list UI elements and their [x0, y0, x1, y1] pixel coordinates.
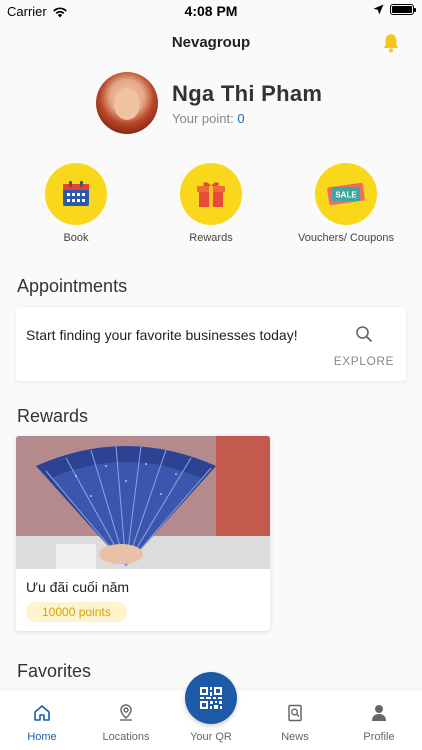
tab-home-label: Home: [27, 731, 57, 743]
tab-home[interactable]: Home: [0, 703, 84, 743]
status-bar: Carrier 4:08 PM: [0, 0, 422, 22]
book-button[interactable]: [45, 163, 107, 225]
profile-name: Nga Thi Pham: [172, 80, 323, 106]
page-title: Nevagroup: [171, 34, 251, 51]
tab-news[interactable]: News: [253, 703, 337, 743]
rewards-action[interactable]: Rewards: [156, 163, 266, 244]
points-row: Your point: 0: [172, 111, 322, 126]
status-time: 4:08 PM: [184, 3, 238, 19]
book-label: Book: [63, 232, 89, 244]
vouchers-action[interactable]: SALE Vouchers/ Coupons: [291, 163, 401, 244]
reward-points-badge: 10000 points: [26, 602, 127, 622]
location-icon: [120, 704, 132, 721]
tab-profile-label: Profile: [363, 731, 395, 743]
reward-card[interactable]: Ưu đãi cuối năm 10000 points: [16, 436, 270, 631]
reward-image: [16, 436, 270, 569]
tab-locations-label: Locations: [102, 731, 150, 743]
battery-icon: [390, 4, 416, 15]
location-arrow-icon: [373, 4, 384, 15]
points-value: 0: [237, 110, 245, 126]
sale-tag-icon: SALE: [327, 182, 365, 206]
bell-icon[interactable]: [380, 32, 402, 54]
points-label: Your point:: [172, 110, 234, 126]
tab-profile[interactable]: Profile: [337, 703, 421, 743]
search-icon: [356, 326, 372, 342]
profile-summary[interactable]: Nga Thi Pham Your point: 0: [96, 72, 322, 134]
book-action[interactable]: Book: [21, 163, 131, 244]
vouchers-label: Vouchers/ Coupons: [297, 232, 394, 244]
tab-locations[interactable]: Locations: [84, 703, 168, 743]
rewards-label: Rewards: [189, 232, 233, 244]
favorites-heading: Favorites: [17, 661, 92, 681]
explore-label: EXPLORE: [333, 354, 394, 368]
explore-button[interactable]: EXPLORE: [334, 325, 394, 368]
tab-qr-button[interactable]: [185, 672, 237, 724]
rewards-button[interactable]: [180, 163, 242, 225]
home-icon: [34, 705, 50, 721]
profile-info: Nga Thi Pham Your point: 0: [172, 81, 322, 126]
status-right: [373, 4, 416, 15]
qr-code-icon: [200, 687, 222, 709]
calendar-icon: [63, 181, 89, 206]
vouchers-button[interactable]: SALE: [315, 163, 377, 225]
nav-header: Nevagroup: [0, 28, 422, 58]
svg-text:SALE: SALE: [335, 191, 357, 200]
news-icon: [288, 704, 302, 722]
tab-qr-label: Your QR: [190, 731, 232, 743]
person-icon: [372, 705, 386, 721]
appointments-heading: Appointments: [17, 276, 128, 296]
avatar[interactable]: [96, 72, 158, 134]
reward-photo: [16, 436, 270, 569]
appointments-empty-text: Start finding your favorite businesses t…: [26, 327, 298, 343]
tab-news-label: News: [281, 731, 309, 743]
gift-icon: [197, 182, 225, 207]
appointments-card: Start finding your favorite businesses t…: [16, 307, 406, 381]
rewards-heading: Rewards: [17, 406, 89, 426]
reward-title: Ưu đãi cuối năm: [26, 579, 130, 595]
